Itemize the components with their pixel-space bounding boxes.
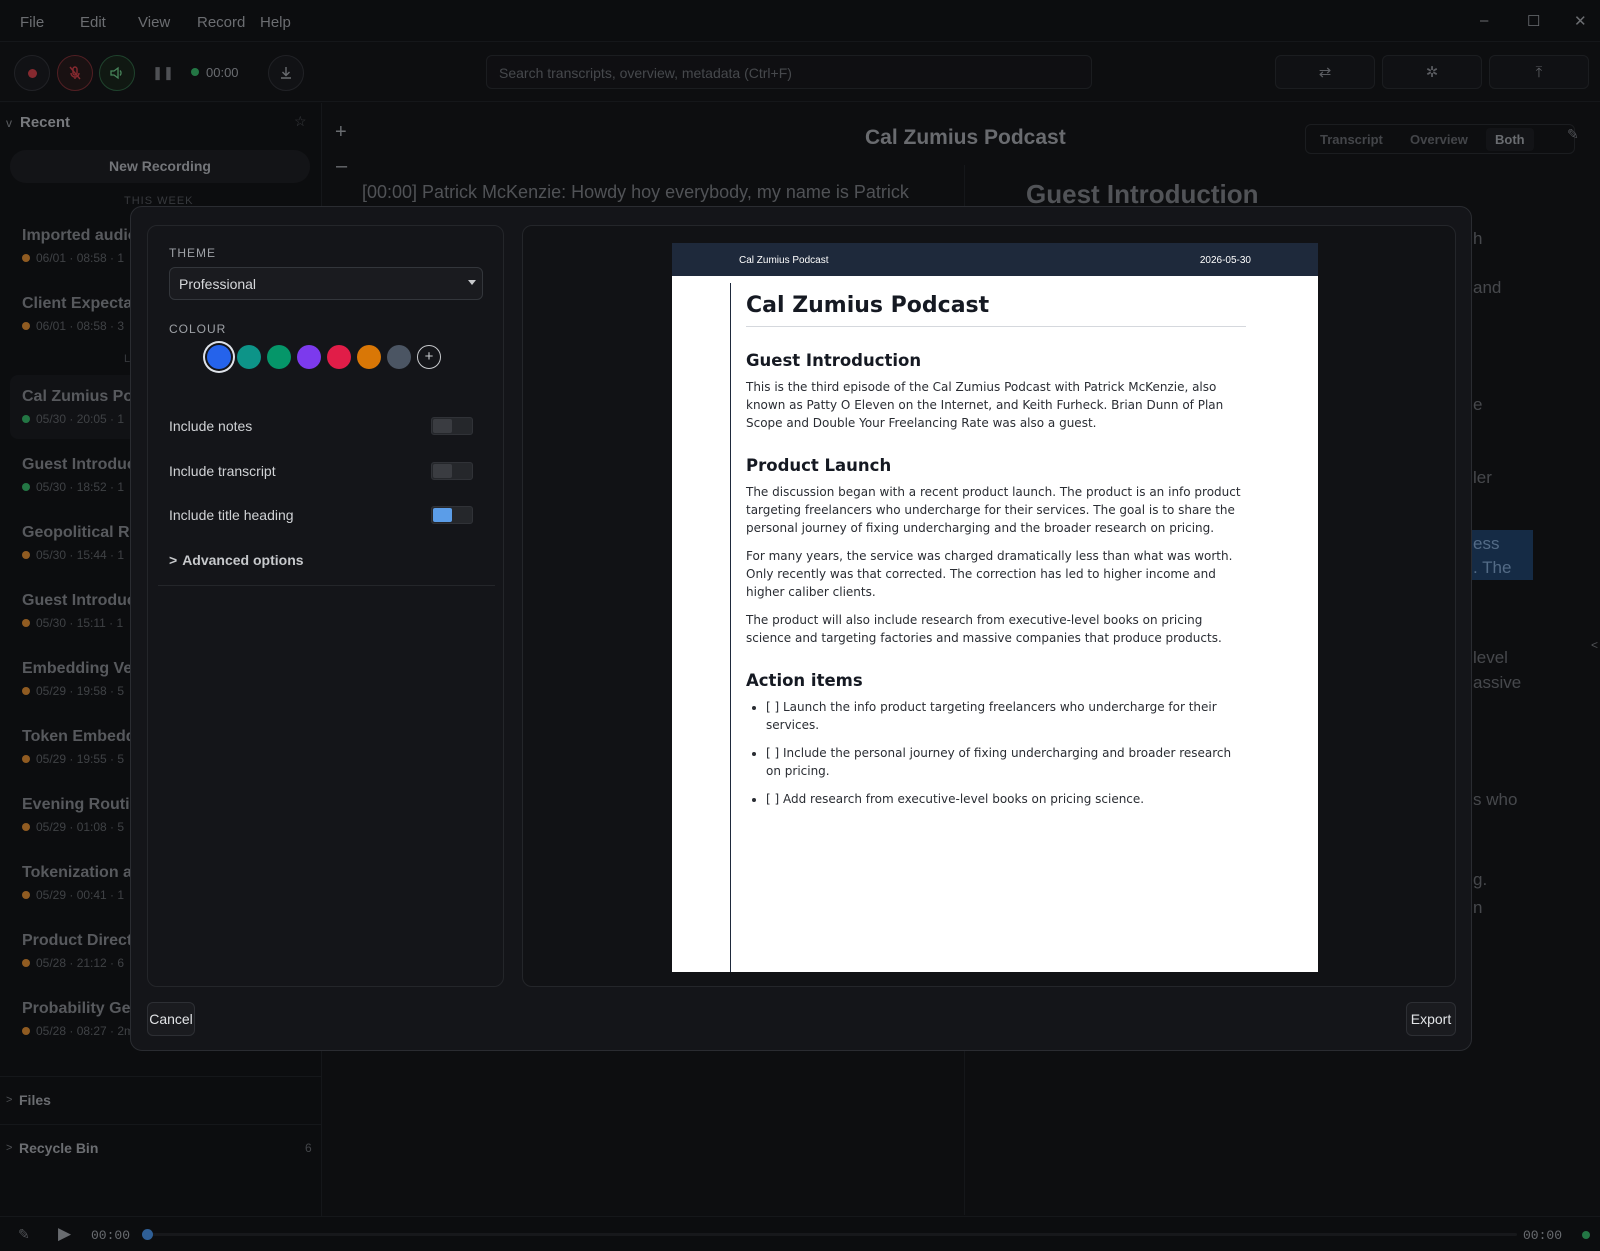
colour-swatch-gray[interactable] <box>387 345 411 369</box>
accent-rule <box>730 283 731 972</box>
section-paragraph: For many years, the service was charged … <box>746 549 1233 599</box>
section-heading: Guest Introduction <box>746 351 922 370</box>
section-paragraph: This is the third episode of the Cal Zum… <box>746 380 1224 430</box>
include-notes-toggle[interactable] <box>431 417 473 435</box>
export-dialog: THEME Professional COLOUR + Include note… <box>130 206 1472 1051</box>
include-title-heading-label: Include title heading <box>169 507 294 523</box>
include-title-heading-toggle[interactable] <box>431 506 473 524</box>
cancel-button[interactable]: Cancel <box>147 1002 195 1036</box>
include-transcript-label: Include transcript <box>169 463 276 479</box>
theme-label: THEME <box>169 246 216 260</box>
advanced-options-toggle[interactable]: > Advanced options <box>169 552 304 568</box>
chevron-right-icon: > <box>169 552 178 568</box>
colour-swatch-orange[interactable] <box>357 345 381 369</box>
colour-swatch-teal[interactable] <box>237 345 261 369</box>
action-items-list: [ ] Launch the info product targeting fr… <box>766 698 1246 808</box>
action-item: [ ] Add research from executive-level bo… <box>766 790 1246 808</box>
export-preview-panel: Cal Zumius Podcast 2026-05-30 Cal Zumius… <box>522 225 1456 987</box>
include-notes-label: Include notes <box>169 418 253 434</box>
colour-swatch-blue[interactable] <box>207 345 231 369</box>
colour-label: COLOUR <box>169 322 227 336</box>
caret-down-icon <box>468 280 476 285</box>
section-heading: Product Launch <box>746 456 892 475</box>
theme-select[interactable]: Professional <box>169 267 483 300</box>
export-button[interactable]: Export <box>1406 1002 1456 1036</box>
add-colour-icon[interactable]: + <box>417 345 441 369</box>
section-paragraph: The discussion began with a recent produ… <box>746 485 1241 535</box>
divider <box>158 585 495 586</box>
document-header-bar: Cal Zumius Podcast 2026-05-30 <box>672 243 1318 276</box>
theme-select-value: Professional <box>179 276 257 292</box>
colour-swatch-purple[interactable] <box>297 345 321 369</box>
action-item: [ ] Include the personal journey of fixi… <box>766 744 1246 780</box>
colour-swatch-green[interactable] <box>267 345 291 369</box>
document-body: Cal Zumius Podcast Guest Introduction Th… <box>746 293 1246 818</box>
include-transcript-toggle[interactable] <box>431 462 473 480</box>
document-header-title: Cal Zumius Podcast <box>739 255 829 266</box>
document-title: Cal Zumius Podcast <box>746 293 1246 327</box>
colour-swatch-red[interactable] <box>327 345 351 369</box>
document-preview: Cal Zumius Podcast 2026-05-30 Cal Zumius… <box>672 243 1318 972</box>
document-header-date: 2026-05-30 <box>1199 255 1251 266</box>
section-paragraph: The product will also include research f… <box>746 613 1222 645</box>
export-settings-panel: THEME Professional COLOUR + Include note… <box>147 225 504 987</box>
action-item: [ ] Launch the info product targeting fr… <box>766 698 1246 734</box>
action-items-heading: Action items <box>746 671 863 690</box>
advanced-options-label: Advanced options <box>182 552 304 568</box>
